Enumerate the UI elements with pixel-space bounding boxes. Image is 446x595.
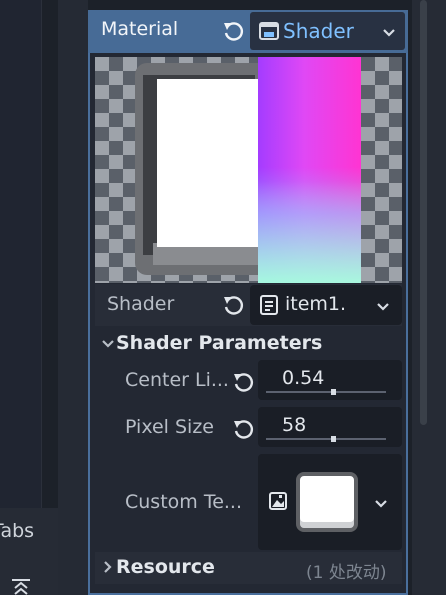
shader-file-icon (260, 295, 278, 315)
collapse-icon[interactable] (10, 578, 32, 595)
param-value: 0.54 (282, 367, 325, 389)
preview-white-area (157, 79, 267, 247)
left-dock-tab-label[interactable]: Tabs (0, 520, 40, 542)
shader-icon (259, 22, 279, 40)
param-label: Pixel Size (125, 416, 214, 438)
chevron-right-icon[interactable] (103, 560, 113, 574)
chevron-down-icon (383, 29, 395, 37)
shader-label: Shader (107, 293, 175, 315)
shader-type-dropdown[interactable]: Shader (250, 12, 405, 50)
material-title: Material (101, 18, 179, 40)
revert-icon[interactable] (222, 294, 244, 316)
revert-icon[interactable] (222, 20, 244, 42)
chevron-down-icon (377, 303, 389, 311)
texture-thumbnail (296, 472, 358, 532)
revert-icon[interactable] (232, 418, 254, 440)
chevron-down-icon[interactable] (101, 339, 115, 349)
param-label: Custom Te... (125, 491, 243, 513)
shader-parameters-header[interactable]: Shader Parameters (116, 332, 322, 354)
left-dock-panel (0, 0, 42, 508)
inspector-gutter (58, 0, 88, 595)
chevron-down-icon (375, 500, 387, 508)
resource-changes-note: (1 处改动) (306, 563, 387, 583)
material-preview (95, 57, 402, 283)
resource-header[interactable]: Resource (116, 556, 215, 578)
center-line-slider[interactable]: 0.54 (258, 360, 402, 400)
shader-type-label: Shader (283, 19, 354, 43)
pixel-size-slider[interactable]: 58 (258, 407, 402, 447)
custom-texture-picker[interactable] (258, 454, 402, 550)
param-label: Center Li... (125, 369, 229, 391)
slider-grabber[interactable] (331, 389, 336, 395)
scrollbar-thumb[interactable] (420, 0, 427, 425)
texture-icon (269, 492, 287, 510)
shader-resource-name: item1. (285, 293, 347, 315)
param-value: 58 (282, 414, 307, 436)
revert-icon[interactable] (232, 371, 254, 393)
scrollbar-track[interactable] (412, 0, 446, 595)
slider-grabber[interactable] (331, 436, 336, 442)
shader-resource-picker[interactable]: item1. (250, 285, 402, 325)
